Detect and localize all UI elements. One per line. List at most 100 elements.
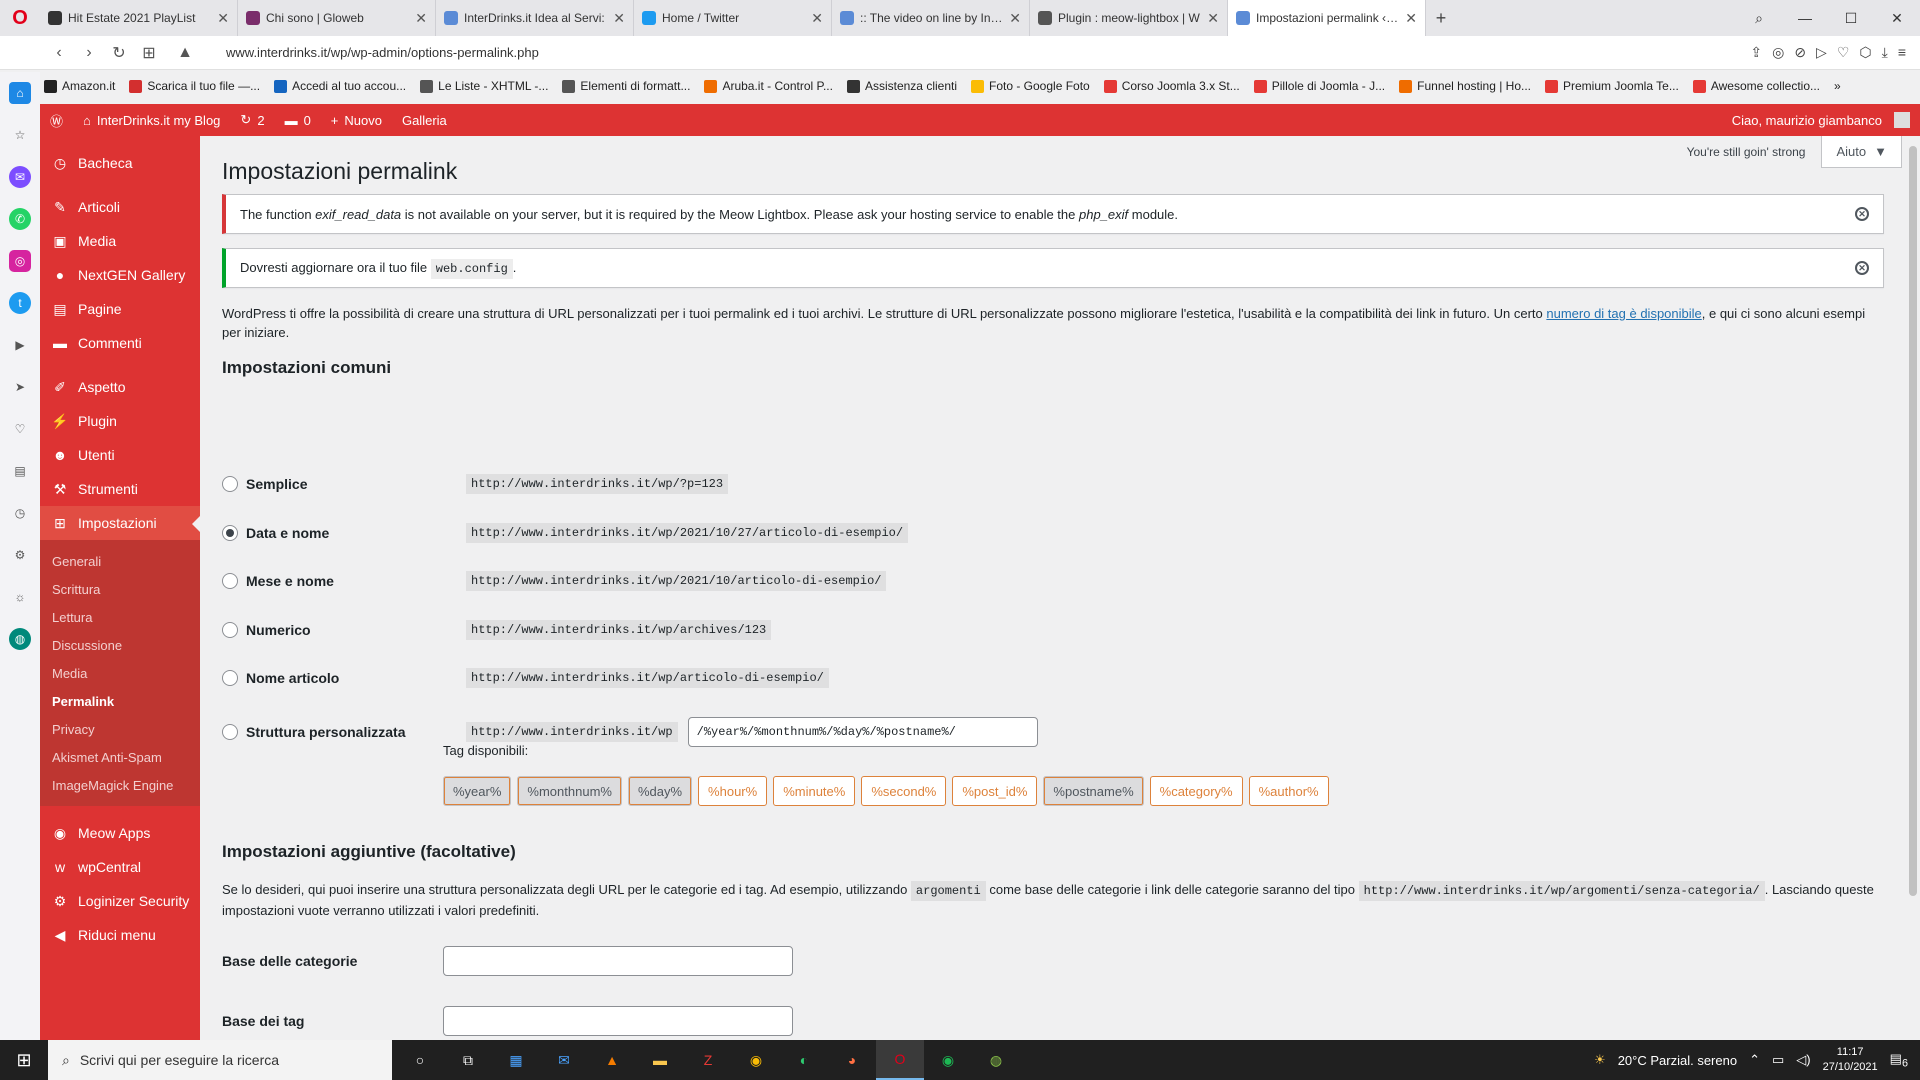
new-tab-button[interactable]: + [1426, 0, 1456, 36]
site-name[interactable]: ⌂ InterDrinks.it my Blog [73, 104, 230, 136]
submenu-item-discussione[interactable]: Discussione [40, 631, 200, 659]
tag-base-input[interactable] [443, 1006, 793, 1036]
network-icon[interactable]: ▭ [1772, 1052, 1784, 1068]
browser-tab[interactable]: :: The video on line by Inter ✕ [832, 0, 1030, 36]
close-tab-icon[interactable]: ✕ [1009, 10, 1021, 27]
submenu-item-generali[interactable]: Generali [40, 547, 200, 575]
menu-item-plugin[interactable]: ⚡ Plugin [40, 404, 200, 438]
option-custom[interactable]: Struttura personalizzata http://www.inte… [222, 717, 1222, 747]
submenu-item-permalink[interactable]: Permalink [40, 687, 200, 715]
settings-icon[interactable]: ⚙ [9, 544, 31, 566]
snapshot-icon[interactable]: ◎ [1772, 44, 1784, 61]
tag-button[interactable]: %year% [443, 776, 512, 806]
opera-logo-icon[interactable]: O [0, 0, 40, 36]
custom-structure-input[interactable]: /%year%/%monthnum%/%day%/%postname%/ [687, 717, 1038, 747]
app-icon[interactable]: ◍ [972, 1040, 1020, 1080]
menu-item-wpcentral[interactable]: w wpCentral [40, 850, 200, 884]
option-radio[interactable] [222, 476, 238, 492]
menu-item-commenti[interactable]: ▬ Commenti [40, 326, 200, 360]
scrollbar-thumb[interactable] [1909, 146, 1917, 896]
download-icon[interactable]: ⤓ [1882, 44, 1888, 61]
forward-arrow-icon[interactable]: › [74, 44, 104, 62]
bookmark-item[interactable]: Scarica il tuo file —... [129, 79, 260, 93]
volume-icon[interactable]: ◁) [1796, 1052, 1810, 1068]
minimize-button[interactable]: — [1782, 0, 1828, 36]
weather-icon[interactable]: ☀ [1594, 1052, 1606, 1068]
filezilla-icon[interactable]: Z [684, 1040, 732, 1080]
instagram-icon[interactable]: ◎ [9, 250, 31, 272]
send-icon[interactable]: ➤ [9, 376, 31, 398]
adblock-icon[interactable]: ⊘ [1794, 44, 1806, 61]
home-icon[interactable]: ⌂ [9, 82, 31, 104]
weather-text[interactable]: 20°C Parzial. sereno [1618, 1053, 1737, 1068]
menu-item-strumenti[interactable]: ⚒ Strumenti [40, 472, 200, 506]
option-radio[interactable] [222, 525, 238, 541]
tag-button[interactable]: %category% [1149, 776, 1243, 806]
extensions-icon[interactable]: ⬡ [1859, 44, 1871, 61]
url-field[interactable]: www.interdrinks.it/wp/wp-admin/options-p… [226, 45, 1750, 60]
chrome-icon[interactable]: ◉ [732, 1040, 780, 1080]
spotify-icon[interactable]: ◉ [924, 1040, 972, 1080]
whatsapp-icon[interactable]: ✆ [9, 208, 31, 230]
tray-chevron-icon[interactable]: ⌃ [1749, 1052, 1760, 1068]
send-icon[interactable]: ▷ [1816, 44, 1827, 61]
store-icon[interactable]: ▦ [492, 1040, 540, 1080]
tag-button[interactable]: %day% [627, 776, 693, 806]
bookmark-item[interactable]: Le Liste - XHTML -... [420, 79, 548, 93]
gallery-link[interactable]: Galleria [392, 104, 457, 136]
browser-tab[interactable]: Plugin : meow-lightbox | W ✕ [1030, 0, 1228, 36]
reload-icon[interactable]: ↻ [104, 43, 134, 63]
edge-icon[interactable]: ◐ [780, 1040, 828, 1080]
submenu-item-akismet-anti-spam[interactable]: Akismet Anti-Spam [40, 743, 200, 771]
option-row[interactable]: Numerico http://www.interdrinks.it/wp/arc… [222, 618, 1222, 642]
player-icon[interactable]: ▶ [9, 334, 31, 356]
tag-button[interactable]: %author% [1248, 776, 1329, 806]
close-tab-icon[interactable]: ✕ [415, 10, 427, 27]
twitter-icon[interactable]: t [9, 292, 31, 314]
dismiss-icon[interactable]: ✕ [1855, 261, 1869, 275]
option-radio[interactable] [222, 622, 238, 638]
bookmark-item[interactable]: Foto - Google Foto [971, 79, 1090, 93]
task-view-icon[interactable]: ⧉ [444, 1040, 492, 1080]
menu-item-loginizer-security[interactable]: ⚙ Loginizer Security [40, 884, 200, 918]
bulb-icon[interactable]: ☼ [9, 586, 31, 608]
menu-item-aspetto[interactable]: ✐ Aspetto [40, 370, 200, 404]
submenu-item-imagemagick-engine[interactable]: ImageMagick Engine [40, 771, 200, 799]
bookmark-item[interactable]: Funnel hosting | Ho... [1399, 79, 1531, 93]
new-content-link[interactable]: + Nuovo [321, 104, 392, 136]
menu-item-impostazioni[interactable]: ⊞ Impostazioni [40, 506, 200, 540]
option-row[interactable]: Semplice http://www.interdrinks.it/wp/?p=… [222, 472, 1222, 496]
opera-taskbar-icon[interactable]: O [876, 1040, 924, 1080]
submenu-item-lettura[interactable]: Lettura [40, 603, 200, 631]
browser-tab[interactable]: Home / Twitter ✕ [634, 0, 832, 36]
history-icon[interactable]: ◷ [9, 502, 31, 524]
messenger-icon[interactable]: ✉ [9, 166, 31, 188]
my-account[interactable]: Ciao, maurizio giambanco [1722, 104, 1920, 136]
bookmark-item[interactable]: Aruba.it - Control P... [704, 79, 833, 93]
menu-item-riduci-menu[interactable]: ◀ Riduci menu [40, 918, 200, 952]
bookmark-item[interactable]: Corso Joomla 3.x St... [1103, 79, 1240, 93]
bookmark-item[interactable]: Pillole di Joomla - J... [1253, 79, 1385, 93]
menu-item-meow-apps[interactable]: ◉ Meow Apps [40, 816, 200, 850]
menu-item-bacheca[interactable]: ◷ Bacheca [40, 146, 200, 180]
taskbar-search[interactable]: ⌕ Scrivi qui per eseguire la ricerca [48, 1040, 392, 1080]
heart-icon[interactable]: ♡ [9, 418, 31, 440]
close-tab-icon[interactable]: ✕ [613, 10, 625, 27]
help-button[interactable]: Aiuto ▼ [1821, 136, 1902, 168]
maximize-button[interactable]: ☐ [1828, 0, 1874, 36]
tag-button[interactable]: %second% [861, 776, 947, 806]
bookmark-item[interactable]: Premium Joomla Te... [1545, 79, 1679, 93]
browser-tab[interactable]: Chi sono | Gloweb ✕ [238, 0, 436, 36]
browser-tab[interactable]: InterDrinks.it Idea al Servi: ✕ [436, 0, 634, 36]
heart-icon[interactable]: ♡ [1837, 44, 1850, 61]
clock[interactable]: 11:17 27/10/2021 [1823, 1045, 1878, 1075]
updates-link[interactable]: ↻ 2 [230, 104, 274, 136]
dismiss-icon[interactable]: ✕ [1855, 207, 1869, 221]
option-radio[interactable] [222, 670, 238, 686]
search-tabs-icon[interactable]: ⌕ [1736, 0, 1782, 36]
tag-button[interactable]: %hour% [698, 776, 768, 806]
menu-item-pagine[interactable]: ▤ Pagine [40, 292, 200, 326]
notifications-icon[interactable]: ▤6 [1890, 1051, 1908, 1070]
submenu-item-privacy[interactable]: Privacy [40, 715, 200, 743]
firefox-icon[interactable]: ◕ [828, 1040, 876, 1080]
